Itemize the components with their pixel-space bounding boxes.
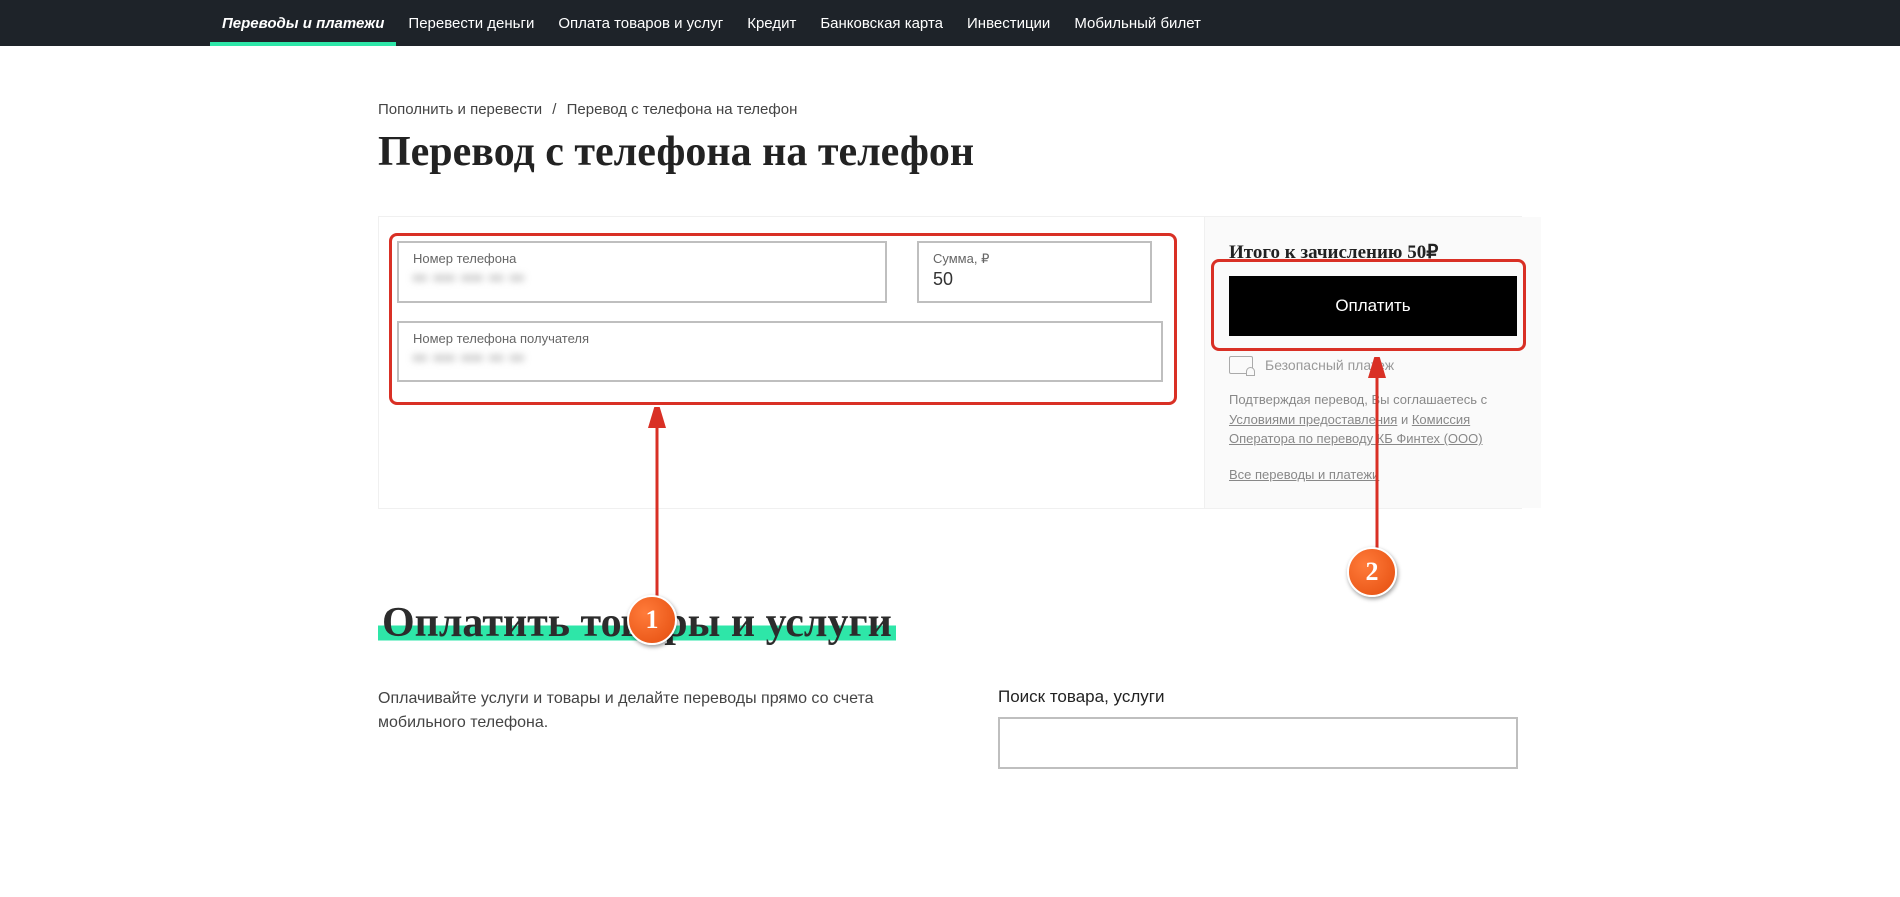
pay-goods-section: Оплатить товары и услуги Оплачивайте усл…: [378, 599, 1522, 769]
secure-payment-icon: [1229, 356, 1253, 374]
nav-item-pay-goods[interactable]: Оплата товаров и услуг: [546, 0, 735, 46]
nav-item-send-money[interactable]: Перевести деньги: [396, 0, 546, 46]
nav-item-investments[interactable]: Инвестиции: [955, 0, 1062, 46]
top-nav: Переводы и платежи Перевести деньги Опла…: [0, 0, 1900, 46]
annotation-badge-1: 1: [627, 595, 677, 645]
nav-item-mobile-ticket[interactable]: Мобильный билет: [1062, 0, 1213, 46]
terms-prefix: Подтверждая перевод, Вы соглашаетесь с: [1229, 392, 1487, 407]
recipient-value: •• ••• ••• •• ••: [413, 348, 1147, 370]
annotation-frame-1: [389, 233, 1177, 405]
transfer-form: Номер телефона •• ••• ••• •• •• Сумма, ₽…: [378, 216, 1522, 509]
all-transfers-link[interactable]: Все переводы и платежи: [1229, 467, 1379, 482]
terms-link-conditions[interactable]: Условиями предоставления: [1229, 412, 1397, 427]
badge-2-text: 2: [1366, 557, 1379, 587]
breadcrumb-current: Перевод с телефона на телефон: [567, 101, 798, 118]
badge-1-text: 1: [646, 605, 659, 635]
summary-block: Итого к зачислению 50₽ Оплатить Безопасн…: [1204, 217, 1541, 508]
terms-text: Подтверждая перевод, Вы соглашаетесь с У…: [1229, 390, 1517, 449]
nav-item-bank-card[interactable]: Банковская карта: [808, 0, 955, 46]
terms-mid: и: [1397, 412, 1412, 427]
nav-item-credit[interactable]: Кредит: [735, 0, 808, 46]
breadcrumb: Пополнить и перевести / Перевод с телефо…: [378, 101, 1522, 118]
search-label: Поиск товара, услуги: [998, 687, 1522, 707]
page-title: Перевод с телефона на телефон: [378, 128, 1522, 176]
search-block: Поиск товара, услуги: [998, 687, 1522, 769]
annotation-badge-2: 2: [1347, 547, 1397, 597]
breadcrumb-parent[interactable]: Пополнить и перевести: [378, 101, 542, 118]
phone-value: •• ••• ••• •• ••: [413, 268, 871, 290]
form-left-block: Номер телефона •• ••• ••• •• •• Сумма, ₽…: [379, 217, 1204, 508]
breadcrumb-separator: /: [552, 101, 556, 118]
nav-item-transfers[interactable]: Переводы и платежи: [210, 0, 396, 46]
annotation-frame-2: [1211, 259, 1526, 351]
secure-payment-label: Безопасный платеж: [1265, 357, 1394, 373]
secure-payment-row: Безопасный платеж: [1229, 356, 1517, 374]
pay-goods-desc: Оплачивайте услуги и товары и делайте пе…: [378, 687, 918, 769]
search-input[interactable]: [998, 717, 1518, 769]
